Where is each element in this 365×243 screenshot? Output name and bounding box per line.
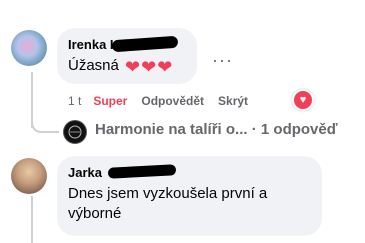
thread-line-curve	[31, 112, 59, 133]
heart-emoji-icon: ❤	[157, 57, 173, 77]
heart-icon: ♥	[294, 91, 312, 109]
separator: ·	[251, 121, 257, 138]
page-logo-icon	[68, 125, 82, 139]
avatar[interactable]	[11, 30, 47, 66]
reaction-badge[interactable]: ♥	[292, 89, 314, 111]
hide-button[interactable]: Skrýt	[218, 94, 248, 108]
page-name: Harmonie na talíři o...	[95, 121, 248, 138]
avatar[interactable]	[11, 158, 47, 194]
heart-emoji-icon: ❤	[141, 57, 157, 77]
comment-author[interactable]: Jarka	[68, 165, 102, 180]
view-replies-link[interactable]: Harmonie na talíři o... · 1 odpověď	[95, 121, 338, 138]
comment-actions: 1 t Super Odpovědět Skrýt	[68, 92, 262, 110]
heart-emojis: ❤ ❤ ❤	[125, 58, 172, 76]
page-avatar[interactable]	[63, 120, 87, 144]
comment-timestamp[interactable]: 1 t	[68, 94, 81, 108]
more-options-icon[interactable]: ···	[212, 50, 233, 71]
comment-text: Úžasná	[68, 57, 119, 74]
reply-button[interactable]: Odpovědět	[141, 94, 204, 108]
reply-count: 1 odpověď	[260, 121, 338, 138]
reaction-button[interactable]: Super	[93, 94, 127, 108]
comment-text: Dnes jsem vyzkoušela první a výborné	[68, 185, 268, 222]
heart-emoji-icon: ❤	[125, 57, 141, 77]
thread-line-bottom	[31, 196, 33, 243]
